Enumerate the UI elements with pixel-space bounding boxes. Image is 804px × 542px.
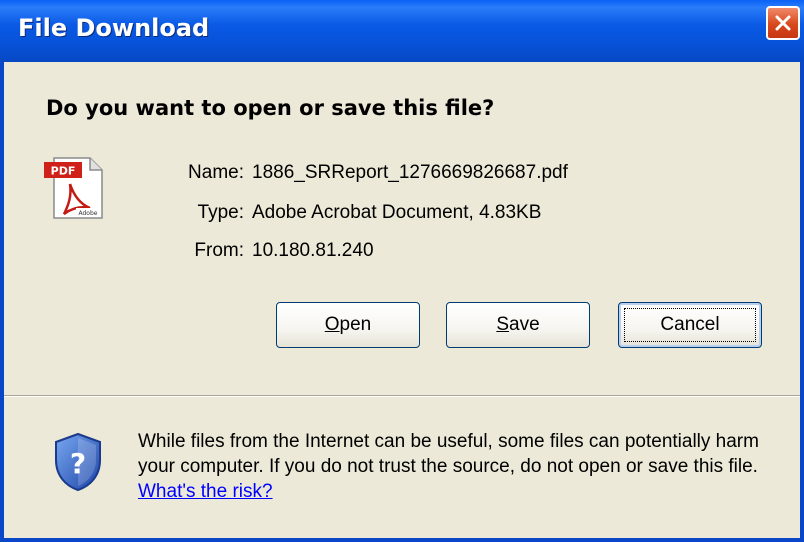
whats-the-risk-link[interactable]: What's the risk? — [138, 481, 273, 502]
svg-text:PDF: PDF — [51, 165, 76, 178]
close-icon — [775, 15, 791, 31]
file-from-value: 10.180.81.240 — [252, 240, 374, 261]
svg-text:?: ? — [70, 447, 86, 480]
open-mnemonic: O — [324, 314, 340, 335]
save-label-rest: ave — [509, 314, 540, 335]
file-from-label: From: — [194, 240, 244, 261]
svg-text:Adobe: Adobe — [79, 210, 98, 217]
open-button[interactable]: Open — [276, 302, 420, 348]
focus-rectangle — [624, 308, 756, 342]
close-button[interactable] — [766, 6, 800, 40]
file-type-label: Type: — [197, 202, 244, 223]
save-button[interactable]: Save — [446, 302, 590, 348]
shield-question-icon: ? — [55, 432, 101, 492]
warning-text: While files from the Internet can be use… — [138, 431, 759, 477]
dialog-question: Do you want to open or save this file? — [46, 96, 495, 120]
file-name-label: Name: — [188, 162, 244, 183]
cancel-button[interactable]: Cancel — [618, 302, 762, 348]
save-mnemonic: S — [496, 314, 510, 335]
title-bar[interactable]: File Download — [0, 0, 804, 62]
file-name-value: 1886_SRReport_1276669826687.pdf — [252, 162, 568, 183]
file-type-value: Adobe Acrobat Document, 4.83KB — [252, 202, 542, 223]
file-download-dialog: File Download Do you want to open or sav… — [0, 0, 804, 542]
pdf-file-icon: PDF Adobe — [44, 157, 103, 219]
open-label-rest: pen — [339, 314, 372, 335]
window-title: File Download — [18, 14, 210, 42]
security-warning: While files from the Internet can be use… — [138, 429, 788, 504]
